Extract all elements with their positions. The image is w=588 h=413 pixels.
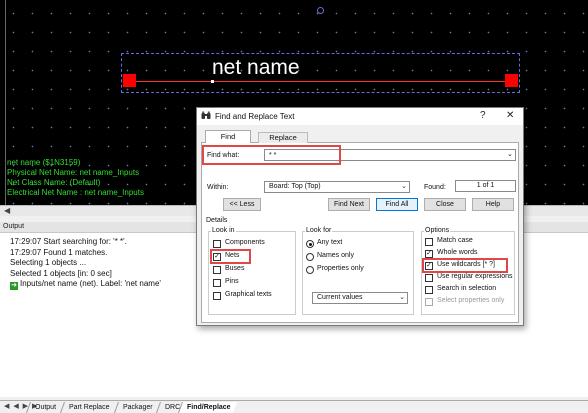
select-properties-only-checkbox bbox=[425, 298, 433, 306]
find-all-button[interactable]: Find All bbox=[376, 198, 418, 211]
canvas-left-border bbox=[5, 0, 6, 205]
origin-marker bbox=[317, 7, 324, 14]
find-replace-dialog: Find and Replace Text ? ✕ Find Replace F… bbox=[196, 107, 524, 326]
net-info-line: net name ($1N3159) bbox=[7, 158, 81, 167]
log-result-line[interactable]: ➜ Inputs/net name (net). Label: 'net name… bbox=[10, 279, 161, 290]
match-case-label[interactable]: Match case bbox=[437, 237, 473, 244]
binoculars-icon bbox=[201, 111, 211, 119]
net-info-panel: net name ($1N3159) Physical Net Name: ne… bbox=[7, 158, 144, 198]
net-info-line: Physical Net Name: net name_Inputs bbox=[7, 168, 140, 177]
buses-label[interactable]: Buses bbox=[225, 265, 244, 272]
close-button[interactable]: Close bbox=[424, 198, 466, 211]
found-label: Found: bbox=[424, 184, 446, 191]
log-line: 17:29:07 Found 1 matches. bbox=[10, 247, 108, 257]
find-tab-panel: Find what: ⌄ Within: Board: Top (Top) ⌄ … bbox=[201, 143, 519, 323]
output-pane-title: Output bbox=[3, 223, 25, 230]
found-count: 1 of 1 bbox=[455, 180, 516, 192]
buses-checkbox[interactable] bbox=[213, 266, 221, 274]
look-in-title: Look in bbox=[211, 227, 236, 234]
net-info-line: Net Class Name: (Default) bbox=[7, 178, 101, 187]
within-value: Board: Top (Top) bbox=[269, 183, 321, 190]
details-label: Details bbox=[206, 217, 228, 224]
net-info-line: Electrical Net Name : net name_Inputs bbox=[7, 188, 144, 197]
chevron-down-icon: ⌄ bbox=[399, 294, 405, 301]
names-only-radio[interactable] bbox=[306, 253, 314, 261]
highlight-nets bbox=[210, 249, 251, 264]
less-button[interactable]: << Less bbox=[223, 198, 261, 211]
select-properties-only-label: Select properties only bbox=[437, 297, 505, 304]
net-label[interactable]: net name bbox=[212, 56, 300, 80]
selection-box bbox=[121, 53, 520, 93]
pins-label[interactable]: Pins bbox=[225, 278, 239, 285]
match-case-checkbox[interactable] bbox=[425, 238, 433, 246]
log-line: 17:29:07 Start searching for: '* *'. bbox=[10, 237, 127, 246]
values-select[interactable]: Current values ⌄ bbox=[312, 292, 408, 304]
log-line: Selected 1 objects [in: 0 sec] bbox=[10, 268, 112, 278]
graphical-texts-checkbox[interactable] bbox=[213, 292, 221, 300]
tab-output[interactable]: Output bbox=[25, 402, 63, 413]
help-button[interactable]: Help bbox=[472, 198, 514, 211]
net-wire[interactable] bbox=[130, 81, 513, 82]
net-label-anchor bbox=[211, 80, 214, 83]
tab-find-replace[interactable]: Find/Replace bbox=[177, 402, 237, 413]
values-select-value: Current values bbox=[317, 294, 363, 301]
whole-words-checkbox[interactable]: ✓ bbox=[425, 250, 433, 258]
search-in-selection-label[interactable]: Search in selection bbox=[437, 285, 496, 292]
tab-part-replace[interactable]: Part Replace bbox=[59, 402, 116, 413]
whole-words-label[interactable]: Whole words bbox=[437, 249, 477, 256]
chevron-down-icon[interactable]: ⌄ bbox=[507, 150, 513, 158]
look-for-title: Look for bbox=[305, 227, 333, 234]
highlight-find-what bbox=[202, 145, 341, 165]
any-text-label[interactable]: Any text bbox=[317, 239, 342, 246]
search-in-selection-checkbox[interactable] bbox=[425, 286, 433, 294]
use-regex-checkbox[interactable] bbox=[425, 274, 433, 282]
names-only-label[interactable]: Names only bbox=[317, 252, 354, 259]
properties-only-radio[interactable] bbox=[306, 266, 314, 274]
pins-checkbox[interactable] bbox=[213, 279, 221, 287]
output-tabs-bar: ◀ ◀ ▶ ▶ Output Part Replace Packager DRC… bbox=[0, 400, 588, 413]
components-checkbox[interactable] bbox=[213, 240, 221, 248]
components-label[interactable]: Components bbox=[225, 239, 265, 246]
dialog-title: Find and Replace Text bbox=[215, 112, 295, 121]
within-select[interactable]: Board: Top (Top) ⌄ bbox=[264, 181, 410, 193]
tab-find[interactable]: Find bbox=[205, 130, 251, 143]
graphical-texts-label[interactable]: Graphical texts bbox=[225, 291, 272, 298]
dialog-tabstrip: Find Replace bbox=[201, 130, 519, 143]
dialog-titlebar[interactable]: Find and Replace Text ? ✕ bbox=[197, 108, 523, 125]
any-text-radio[interactable] bbox=[306, 240, 314, 248]
properties-only-label[interactable]: Properties only bbox=[317, 265, 364, 272]
use-regex-label[interactable]: Use regular expressions bbox=[437, 273, 512, 280]
close-icon[interactable]: ✕ bbox=[506, 110, 514, 121]
log-line: Selecting 1 objects ... bbox=[10, 258, 87, 267]
find-next-button[interactable]: Find Next bbox=[328, 198, 370, 211]
highlight-use-wildcards bbox=[422, 258, 508, 273]
chevron-down-icon: ⌄ bbox=[401, 183, 407, 190]
scroll-left-icon[interactable]: ◀ bbox=[4, 206, 10, 216]
tab-packager[interactable]: Packager bbox=[113, 402, 159, 413]
arrow-right-icon: ➜ bbox=[10, 282, 18, 290]
net-endpoint-right[interactable] bbox=[505, 74, 518, 87]
within-label: Within: bbox=[207, 184, 229, 191]
help-icon[interactable]: ? bbox=[480, 110, 486, 121]
log-result-text[interactable]: Inputs/net name (net). Label: 'net name' bbox=[20, 279, 161, 288]
net-endpoint-left[interactable] bbox=[123, 74, 136, 87]
tab-replace[interactable]: Replace bbox=[258, 132, 308, 143]
options-title: Options bbox=[424, 227, 451, 234]
